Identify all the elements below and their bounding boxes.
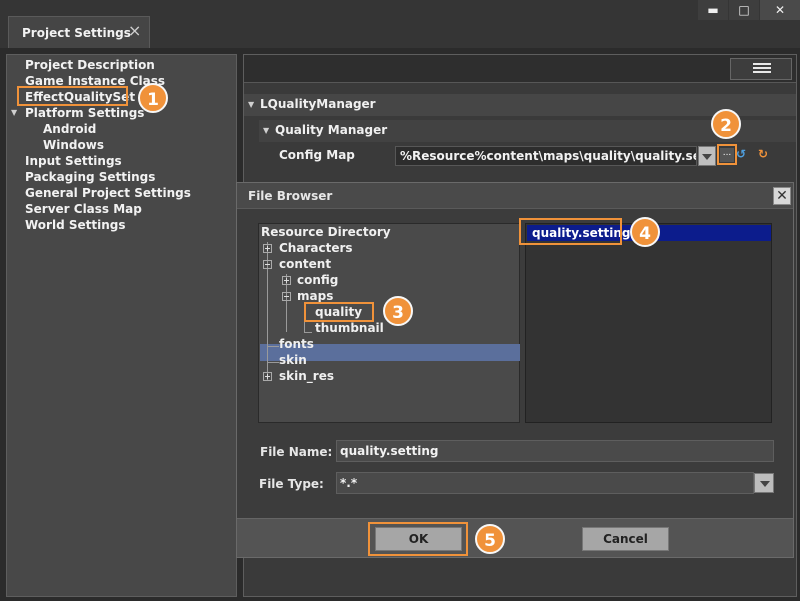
sidebar-item-input-settings[interactable]: Input Settings: [25, 153, 122, 169]
tree-node-thumbnail[interactable]: thumbnail: [315, 320, 384, 336]
sidebar-item-platform-settings[interactable]: Platform Settings: [25, 105, 144, 121]
tree-node-content[interactable]: content: [279, 256, 331, 272]
tab-title: Project Settings: [22, 26, 131, 40]
callout-highlight-1: [17, 86, 128, 106]
file-type-select[interactable]: *.*: [336, 472, 754, 494]
config-map-field[interactable]: %Resource%content\maps\quality\quality.s…: [395, 146, 697, 166]
cancel-button[interactable]: Cancel: [582, 527, 669, 551]
subsection-title: Quality Manager: [275, 123, 388, 137]
sidebar-item-server-class-map[interactable]: Server Class Map: [25, 201, 142, 217]
tree-node-resource-directory[interactable]: Resource Directory: [261, 224, 391, 240]
callout-highlight-4: [519, 218, 622, 245]
dialog-footer: OK Cancel: [237, 518, 793, 557]
window-close-button[interactable]: ✕: [760, 0, 800, 20]
chevron-down-icon[interactable]: [754, 473, 774, 493]
expand-plus-icon[interactable]: [263, 372, 272, 381]
sidebar-item-android[interactable]: Android: [43, 121, 96, 137]
callout-badge-1: 1: [138, 83, 168, 113]
callout-badge-2: 2: [711, 109, 741, 139]
callout-highlight-2: [717, 144, 737, 165]
section-title: LQualityManager: [260, 97, 376, 111]
sidebar-item-packaging-settings[interactable]: Packaging Settings: [25, 169, 155, 185]
close-icon[interactable]: ×: [128, 22, 141, 40]
title-bar: Project Settings × ▬ □ ✕: [0, 0, 800, 48]
callout-badge-5: 5: [475, 524, 505, 554]
sidebar-item-windows[interactable]: Windows: [43, 137, 104, 153]
maximize-button[interactable]: □: [729, 0, 759, 20]
section-header[interactable]: ▼ LQualityManager: [244, 94, 796, 116]
dialog-title: File Browser: [248, 189, 333, 203]
collapse-minus-icon[interactable]: [263, 260, 272, 269]
sidebar-item-general-project-settings[interactable]: General Project Settings: [25, 185, 191, 201]
collapse-caret-icon[interactable]: ▼: [248, 100, 254, 109]
file-list: quality.setting: [525, 223, 772, 423]
file-name-input[interactable]: [336, 440, 774, 462]
tree-node-skin-res[interactable]: skin_res: [279, 368, 334, 384]
tree-node-config[interactable]: config: [297, 272, 338, 288]
callout-highlight-3: [304, 302, 374, 322]
tab-project-settings[interactable]: Project Settings ×: [8, 16, 150, 48]
collapse-minus-icon[interactable]: [282, 292, 291, 301]
collapse-caret-icon[interactable]: ▼: [263, 126, 269, 135]
settings-tree-panel: Project Description Game Instance Class …: [6, 54, 237, 597]
expand-caret-icon[interactable]: ▼: [11, 108, 17, 117]
config-map-label: Config Map: [279, 148, 355, 162]
hamburger-icon: [753, 63, 771, 75]
reset-icon[interactable]: ↺: [736, 147, 746, 161]
callout-badge-4: 4: [630, 217, 660, 247]
revert-icon[interactable]: ↻: [758, 147, 768, 161]
file-browser-dialog: File Browser ✕ Resource Directory Charac…: [236, 182, 794, 558]
sidebar-item-project-description[interactable]: Project Description: [25, 57, 155, 73]
minimize-button[interactable]: ▬: [698, 0, 728, 20]
callout-badge-3: 3: [383, 296, 413, 326]
details-toolbar: [244, 55, 796, 83]
tree-node-skin[interactable]: skin: [279, 352, 307, 368]
expand-plus-icon[interactable]: [263, 244, 272, 253]
file-name-label: File Name:: [260, 445, 333, 459]
chevron-down-icon[interactable]: [698, 146, 716, 166]
menu-button[interactable]: [730, 58, 792, 80]
dialog-title-bar[interactable]: File Browser ✕: [237, 183, 793, 209]
file-type-label: File Type:: [259, 477, 324, 491]
sidebar-item-world-settings[interactable]: World Settings: [25, 217, 126, 233]
tree-node-fonts[interactable]: fonts: [279, 336, 314, 352]
tree-node-characters[interactable]: Characters: [279, 240, 353, 256]
expand-plus-icon[interactable]: [282, 276, 291, 285]
dialog-close-icon[interactable]: ✕: [773, 187, 791, 205]
callout-highlight-5: [368, 522, 468, 556]
